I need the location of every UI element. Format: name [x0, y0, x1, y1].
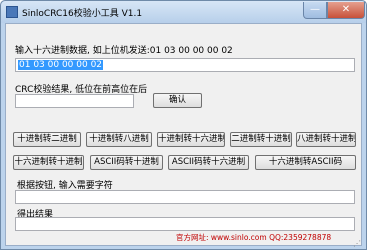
main-panel: 输入十六进制数据, 如上位机发送:01 03 00 00 00 02 01 03…: [5, 23, 362, 246]
ascii-to-dec-button[interactable]: ASCII码转十进制: [90, 155, 163, 170]
ascii-to-hex-button[interactable]: ASCII码转十六进制: [168, 155, 249, 170]
close-icon: ✕: [341, 4, 351, 15]
window-title: SinloCRC16校验小工具 V1.1: [22, 9, 143, 19]
bin-to-dec-button[interactable]: 二进制转十进制: [230, 132, 292, 147]
close-button[interactable]: ✕: [327, 2, 365, 19]
dec-to-hex-button[interactable]: 十进制转十六进制: [157, 132, 225, 147]
app-icon: [6, 6, 18, 18]
title-bar: SinloCRC16校验小工具 V1.1 — ✕: [1, 1, 366, 23]
dec-to-oct-button[interactable]: 十进制转八进制: [86, 132, 152, 147]
hex-input-label: 输入十六进制数据, 如上位机发送:01 03 00 00 00 02: [15, 46, 233, 56]
hex-to-dec-button[interactable]: 十六进制转十进制: [13, 155, 84, 170]
app-window: SinloCRC16校验小工具 V1.1 — ✕ 输入十六进制数据, 如上位机发…: [0, 0, 367, 250]
dec-to-bin-button[interactable]: 十进制转二进制: [13, 132, 81, 147]
oct-to-dec-button[interactable]: 八进制转十进制: [296, 132, 356, 147]
hex-input-value: 01 03 00 00 00 02: [18, 60, 104, 70]
confirm-button[interactable]: 确认: [153, 93, 202, 108]
convert-result-field[interactable]: [15, 217, 355, 231]
convert-input-field[interactable]: [15, 190, 355, 204]
hex-to-ascii-button[interactable]: 十六进制转ASCII码: [255, 155, 356, 170]
resize-grip-icon[interactable]: ⋰: [353, 239, 361, 248]
minimize-icon: —: [310, 4, 320, 15]
crc-result-field[interactable]: [15, 94, 134, 108]
hex-input-field[interactable]: 01 03 00 00 00 02: [15, 58, 355, 72]
footer-contact: 官方网址: www.sinlo.com QQ:2359278878: [176, 233, 332, 242]
minimize-button[interactable]: —: [303, 2, 327, 19]
